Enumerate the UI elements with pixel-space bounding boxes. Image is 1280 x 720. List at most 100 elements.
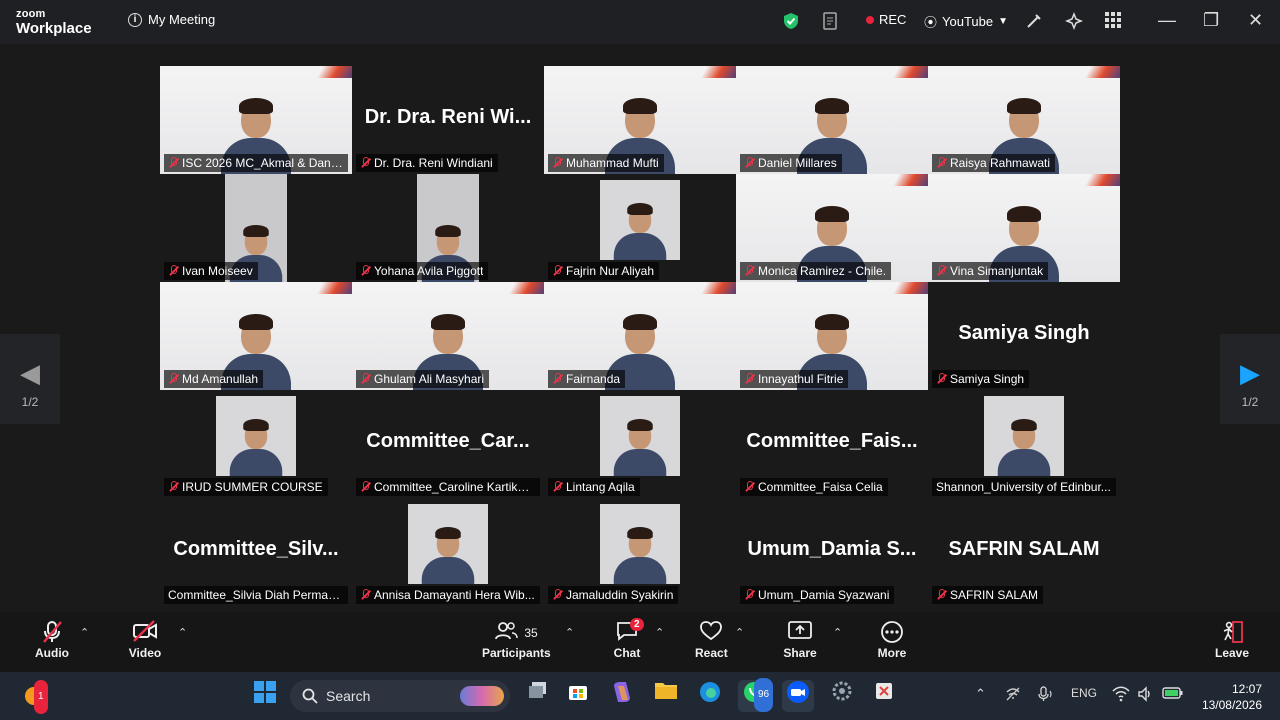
video-button[interactable]: Video bbox=[126, 620, 164, 660]
participant-name: Yohana Avila Piggott bbox=[374, 264, 484, 278]
participant-tile[interactable]: IRUD SUMMER COURSE bbox=[160, 390, 352, 498]
whatsapp-icon[interactable]: 96 bbox=[738, 678, 774, 712]
participant-tile[interactable]: Vina Simanjuntak bbox=[928, 174, 1120, 282]
participant-tile[interactable]: Yohana Avila Piggott bbox=[352, 174, 544, 282]
participant-name-tag: Committee_Caroline Kartika ... bbox=[356, 478, 540, 496]
mic-muted-icon bbox=[936, 265, 946, 277]
copilot-icon[interactable] bbox=[606, 680, 638, 712]
react-button[interactable]: React bbox=[695, 620, 728, 660]
chat-options-caret-icon[interactable]: ⌃ bbox=[655, 626, 664, 639]
participant-tile[interactable]: ISC 2026 MC_Akmal & Dandy bbox=[160, 66, 352, 174]
participant-tile[interactable]: Committee_Silv... Committee_Silvia Diah P… bbox=[160, 498, 352, 606]
participant-tile[interactable]: Lintang Aqila bbox=[544, 390, 736, 498]
mic-in-use-icon[interactable] bbox=[1036, 686, 1054, 705]
leave-button[interactable]: Leave bbox=[1214, 620, 1250, 660]
mic-muted-icon bbox=[360, 481, 370, 493]
participant-display-name: Samiya Singh bbox=[958, 322, 1090, 344]
participant-tile[interactable]: Dr. Dra. Reni Wi... Dr. Dra. Reni Windian… bbox=[352, 66, 544, 174]
meeting-info-button[interactable]: i My Meeting bbox=[128, 12, 215, 27]
restore-icon[interactable]: ❐ bbox=[1203, 10, 1219, 31]
participant-tile[interactable]: Ivan Moiseev bbox=[160, 174, 352, 282]
taskbar-search-box[interactable]: Search bbox=[290, 680, 510, 712]
participants-icon-wrap: 35 bbox=[482, 620, 550, 646]
volume-icon[interactable] bbox=[1137, 686, 1153, 705]
settings-icon[interactable] bbox=[826, 680, 858, 712]
mic-muted-icon bbox=[936, 373, 946, 385]
audio-button[interactable]: Audio bbox=[34, 620, 70, 660]
react-options-caret-icon[interactable]: ⌃ bbox=[735, 626, 744, 639]
windows-taskbar: 1 Search 96 ⌃ ENG 12:07 13/08/2026 bbox=[0, 672, 1280, 720]
share-button[interactable]: Share bbox=[783, 620, 817, 660]
participant-tile[interactable]: Fairnanda bbox=[544, 282, 736, 390]
mic-muted-icon bbox=[744, 373, 754, 385]
view-grid-icon[interactable] bbox=[1105, 12, 1122, 29]
next-page-button[interactable]: ▶ 1/2 bbox=[1220, 334, 1280, 424]
participant-name: SAFRIN SALAM bbox=[950, 588, 1039, 602]
participant-tile[interactable]: Committee_Fais... Committee_Faisa Celia bbox=[736, 390, 928, 498]
participants-icon bbox=[495, 622, 519, 640]
file-explorer-icon[interactable] bbox=[650, 680, 682, 712]
participants-button[interactable]: 35 Participants bbox=[482, 620, 551, 660]
participant-tile[interactable]: Raisya Rahmawati bbox=[928, 66, 1120, 174]
audio-options-caret-icon[interactable]: ⌃ bbox=[80, 626, 89, 639]
participant-tile[interactable]: Shannon_University of Edinbur... bbox=[928, 390, 1120, 498]
search-icon bbox=[302, 688, 318, 704]
more-button[interactable]: More bbox=[875, 620, 909, 660]
participant-display-name: Dr. Dra. Reni Wi... bbox=[364, 106, 532, 128]
microsoft-store-icon[interactable] bbox=[562, 680, 594, 712]
mic-muted-icon bbox=[552, 157, 562, 169]
input-language[interactable]: ENG bbox=[1071, 686, 1097, 700]
audio-label: Audio bbox=[35, 646, 69, 660]
participant-name: Fairnanda bbox=[566, 372, 621, 386]
participant-tile[interactable]: Monica Ramirez - Chile. bbox=[736, 174, 928, 282]
participant-tile[interactable]: Committee_Car... Committee_Caroline Karti… bbox=[352, 390, 544, 498]
participant-name: Committee_Silvia Diah Permata... bbox=[168, 588, 343, 602]
page-indicator: 1/2 bbox=[21, 395, 39, 409]
participant-tile[interactable]: Ghulam Ali Masyhari bbox=[352, 282, 544, 390]
video-options-caret-icon[interactable]: ⌃ bbox=[178, 626, 187, 639]
participant-tile[interactable]: Innayathul Fitrie bbox=[736, 282, 928, 390]
meeting-title: My Meeting bbox=[148, 12, 216, 27]
participant-tile[interactable]: Jamaluddin Syakirin bbox=[544, 498, 736, 606]
wifi-icon[interactable] bbox=[1112, 686, 1130, 705]
zoom-app-icon[interactable] bbox=[782, 680, 814, 712]
participant-tile[interactable]: Fajrin Nur Aliyah bbox=[544, 174, 736, 282]
participant-tile[interactable]: Umum_Damia S... Umum_Damia Syazwani bbox=[736, 498, 928, 606]
participant-tile[interactable]: Daniel Millares bbox=[736, 66, 928, 174]
share-options-caret-icon[interactable]: ⌃ bbox=[833, 626, 842, 639]
minimize-icon[interactable]: — bbox=[1158, 10, 1176, 31]
mic-muted-icon bbox=[936, 589, 946, 601]
tray-overflow-chevron-icon[interactable]: ⌃ bbox=[975, 686, 986, 702]
snipping-tool-icon[interactable] bbox=[868, 680, 900, 712]
annotate-icon[interactable] bbox=[1025, 12, 1043, 30]
participants-options-caret-icon[interactable]: ⌃ bbox=[565, 626, 574, 639]
participant-name-tag: Monica Ramirez - Chile. bbox=[740, 262, 892, 280]
info-icon: i bbox=[128, 12, 142, 27]
participant-tile[interactable]: Samiya Singh Samiya Singh bbox=[928, 282, 1120, 390]
ai-companion-icon[interactable] bbox=[1065, 12, 1083, 30]
livestream-youtube-button[interactable]: ⦿ YouTube ▼ bbox=[924, 12, 1008, 31]
weather-widget-icon[interactable]: 1 bbox=[18, 680, 50, 714]
start-windows-icon[interactable] bbox=[249, 680, 281, 712]
participant-tile[interactable]: Md Amanullah bbox=[160, 282, 352, 390]
participant-name-tag: IRUD SUMMER COURSE bbox=[164, 478, 328, 496]
zoom-logo: zoom Workplace bbox=[16, 9, 92, 37]
task-view-icon[interactable] bbox=[522, 680, 554, 712]
network-off-icon[interactable] bbox=[1005, 686, 1021, 705]
security-shield-icon[interactable] bbox=[782, 12, 800, 30]
edge-browser-icon[interactable] bbox=[694, 680, 726, 712]
chat-button[interactable]: Chat 2 bbox=[612, 618, 644, 660]
participant-tile[interactable]: Annisa Damayanti Hera Wib... bbox=[352, 498, 544, 606]
participants-label: Participants bbox=[482, 646, 551, 660]
participant-tile[interactable]: Muhammad Mufti bbox=[544, 66, 736, 174]
recording-indicator[interactable]: REC bbox=[866, 12, 906, 27]
battery-charging-icon[interactable] bbox=[1162, 686, 1184, 703]
rec-label: REC bbox=[879, 12, 907, 27]
participant-name: Umum_Damia Syazwani bbox=[758, 588, 890, 602]
summary-icon[interactable] bbox=[822, 12, 840, 32]
close-icon[interactable]: ✕ bbox=[1248, 10, 1263, 31]
participant-tile[interactable]: SAFRIN SALAM SAFRIN SALAM bbox=[928, 498, 1120, 606]
system-clock[interactable]: 12:07 13/08/2026 bbox=[1202, 681, 1262, 713]
prev-page-button[interactable]: ◀ 1/2 bbox=[0, 334, 60, 424]
mic-muted-icon bbox=[744, 589, 754, 601]
